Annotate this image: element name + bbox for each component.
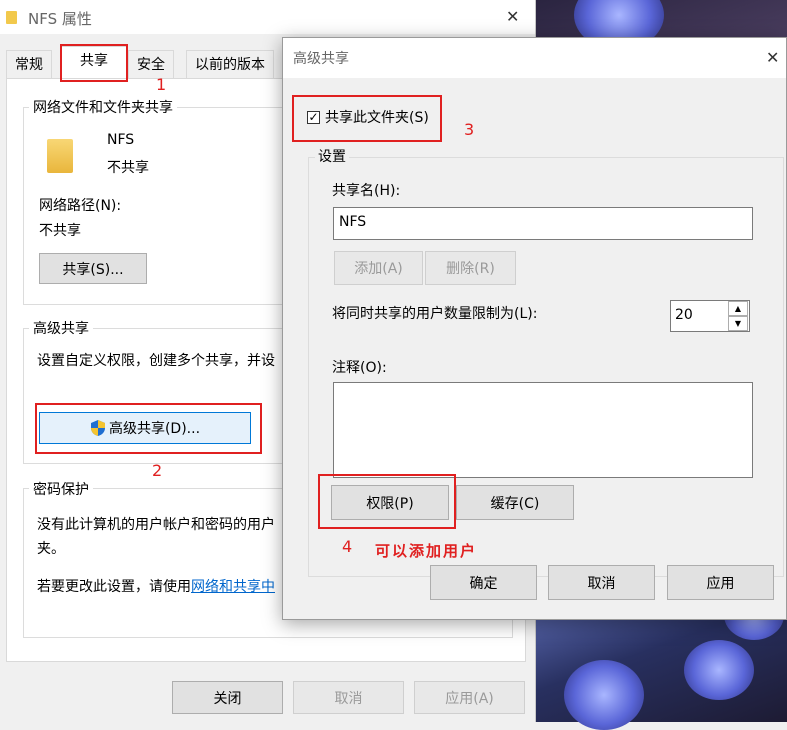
password-description-line1: 没有此计算机的用户帐户和密码的用户 [37, 517, 275, 533]
password-line3-text: 若要更改此设置，请使用 [37, 579, 191, 595]
folder-name: NFS [107, 132, 135, 148]
shared-folder-icon [47, 139, 73, 173]
annotation-step-4: 4 [342, 537, 353, 556]
dialog-title: 高级共享 [293, 51, 349, 67]
dialog-apply-button[interactable]: 应用 [667, 565, 774, 600]
share-name-value: NFS [339, 214, 367, 230]
cancel-button[interactable]: 取消 [293, 681, 404, 714]
spin-down-icon[interactable]: ▼ [728, 316, 748, 331]
password-group-title: 密码保护 [29, 479, 93, 499]
annotation-step-1: 1 [156, 75, 167, 94]
comment-label: 注释(O): [332, 360, 387, 376]
network-path-label: 网络路径(N): [39, 198, 122, 214]
advanced-share-description: 设置自定义权限，创建多个共享，并设 [37, 353, 275, 369]
password-description-line2: 夹。 [37, 541, 65, 557]
dialog-close-icon[interactable]: ✕ [766, 48, 779, 67]
tab-previous-versions[interactable]: 以前的版本 [186, 50, 274, 78]
folder-share-status: 不共享 [107, 160, 149, 176]
password-description-line3: 若要更改此设置，请使用网络和共享中 [37, 576, 275, 596]
folder-icon [6, 11, 17, 24]
share-name-input[interactable]: NFS [333, 207, 753, 240]
user-limit-value: 20 [675, 307, 693, 323]
window-title: NFS 属性 [28, 10, 92, 28]
annotation-box-advanced-share [35, 403, 262, 454]
remove-share-button[interactable]: 删除(R) [425, 251, 516, 285]
apply-button[interactable]: 应用(A) [414, 681, 525, 714]
comment-textarea[interactable] [333, 382, 753, 478]
spin-up-icon[interactable]: ▲ [728, 301, 748, 316]
network-share-group-title: 网络文件和文件夹共享 [29, 97, 177, 117]
caching-button[interactable]: 缓存(C) [456, 485, 574, 520]
share-name-label: 共享名(H): [332, 183, 401, 199]
tab-security[interactable]: 安全 [128, 50, 174, 78]
annotation-box-share-checkbox [292, 95, 442, 142]
dialog-cancel-button[interactable]: 取消 [548, 565, 655, 600]
annotation-step-2: 2 [152, 461, 163, 480]
network-sharing-center-link[interactable]: 网络和共享中 [191, 579, 275, 595]
annotation-box-sharing-tab [60, 44, 128, 82]
annotation-step-3: 3 [464, 120, 475, 139]
annotation-box-permissions [318, 474, 456, 529]
close-button[interactable]: 关闭 [172, 681, 283, 714]
user-limit-spinner[interactable]: 20 ▲ ▼ [670, 300, 750, 332]
user-limit-label: 将同时共享的用户数量限制为(L): [332, 306, 538, 322]
share-button[interactable]: 共享(S)... [39, 253, 147, 284]
network-path-value: 不共享 [39, 223, 81, 239]
settings-group-title: 设置 [315, 146, 349, 166]
annotation-step-4-note: 可以添加用户 [375, 542, 478, 560]
tab-general[interactable]: 常规 [6, 50, 52, 78]
title-bar: NFS 属性 ✕ [0, 0, 535, 34]
dialog-title-bar: 高级共享 ✕ [283, 38, 786, 78]
ok-button[interactable]: 确定 [430, 565, 537, 600]
advanced-share-group-title: 高级共享 [29, 318, 93, 338]
close-icon[interactable]: ✕ [506, 7, 519, 26]
add-share-button[interactable]: 添加(A) [334, 251, 423, 285]
